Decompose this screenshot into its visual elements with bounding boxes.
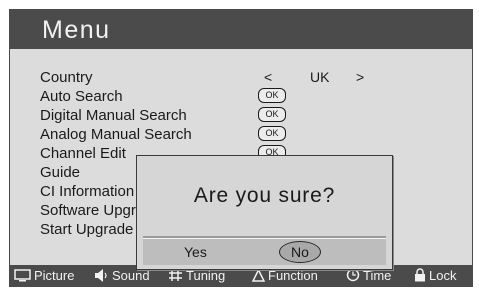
- picture-icon: [14, 269, 31, 282]
- dialog-button-bar: Yes No: [143, 239, 386, 265]
- digital-manual-search-ok-button[interactable]: OK: [258, 107, 286, 122]
- speaker-icon: [95, 269, 107, 282]
- menu-title: Menu: [42, 16, 111, 44]
- yes-button[interactable]: Yes: [184, 243, 207, 261]
- menu-item-auto-search[interactable]: Auto Search: [40, 87, 192, 106]
- country-prev-arrow[interactable]: <: [264, 68, 310, 87]
- country-selector[interactable]: < UK >: [264, 68, 364, 87]
- status-label-tuning: Tuning: [186, 268, 226, 283]
- dialog-message: Are you sure?: [193, 184, 336, 207]
- status-label-function: Function: [268, 268, 318, 283]
- country-value: UK: [310, 69, 330, 85]
- analog-manual-search-ok-button[interactable]: OK: [258, 126, 286, 141]
- lock-icon: [415, 268, 425, 282]
- menu-item-country[interactable]: Country: [40, 68, 192, 87]
- confirm-dialog: Are you sure? Yes No: [136, 155, 393, 270]
- function-icon: [251, 268, 266, 282]
- menu-header: Menu: [10, 10, 472, 49]
- no-button[interactable]: No: [279, 241, 321, 263]
- tuning-icon: [169, 270, 182, 281]
- country-next-arrow[interactable]: >: [356, 68, 364, 87]
- status-label-time: Time: [363, 268, 392, 283]
- status-label-sound: Sound: [112, 268, 150, 283]
- status-item-lock[interactable]: Lock: [414, 265, 456, 286]
- menu-item-analog-manual-search[interactable]: Analog Manual Search: [40, 125, 192, 144]
- menu-item-digital-manual-search[interactable]: Digital Manual Search: [40, 106, 192, 125]
- status-item-picture[interactable]: Picture: [14, 265, 74, 286]
- status-label-lock: Lock: [429, 268, 457, 283]
- clock-icon: [346, 268, 360, 282]
- auto-search-ok-button[interactable]: OK: [258, 88, 286, 103]
- status-label-picture: Picture: [34, 268, 75, 283]
